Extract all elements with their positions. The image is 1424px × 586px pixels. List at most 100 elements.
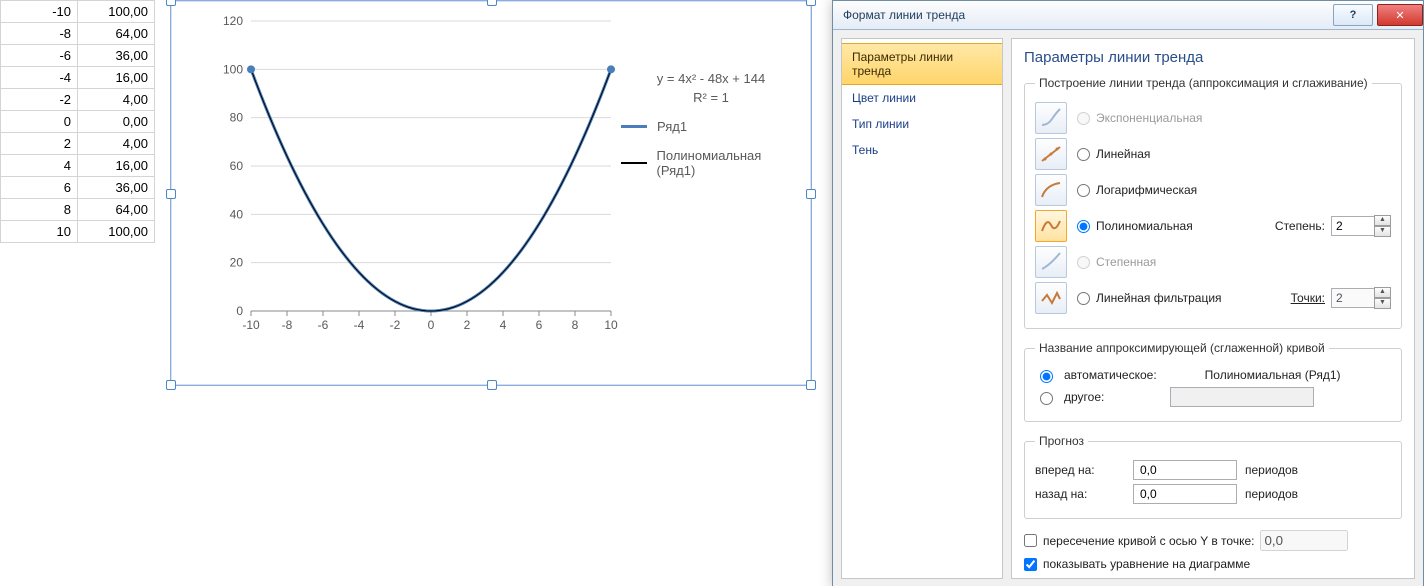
svg-text:80: 80 — [230, 111, 244, 125]
svg-text:2: 2 — [464, 318, 471, 332]
cell[interactable]: 2 — [1, 133, 78, 155]
cell[interactable]: -10 — [1, 1, 78, 23]
intercept-checkbox[interactable] — [1024, 534, 1037, 547]
pane-heading: Параметры линии тренда — [1024, 49, 1402, 66]
dialog-nav: Параметры линии тренда Цвет линии Тип ли… — [841, 38, 1003, 579]
degree-label: Степень: — [1275, 219, 1325, 233]
degree-up[interactable]: ▲ — [1374, 215, 1391, 226]
resize-handle[interactable] — [806, 380, 816, 390]
svg-text:4: 4 — [500, 318, 507, 332]
svg-text:100: 100 — [223, 62, 243, 76]
show-equation-checkbox[interactable] — [1024, 558, 1037, 571]
points-input — [1331, 288, 1375, 308]
log-icon — [1035, 174, 1067, 206]
points-up: ▲ — [1374, 287, 1391, 298]
intercept-row[interactable]: пересечение кривой с осью Y в точке: — [1024, 530, 1402, 551]
trend-r2: R² = 1 — [621, 90, 801, 105]
cell[interactable]: 16,00 — [78, 155, 155, 177]
resize-handle[interactable] — [166, 380, 176, 390]
nav-line-color[interactable]: Цвет линии — [842, 85, 1002, 111]
series-swatch — [621, 125, 647, 128]
type-poly-row[interactable]: Полиномиальная Степень: ▲▼ — [1035, 210, 1391, 242]
degree-input[interactable] — [1331, 216, 1375, 236]
cell[interactable]: 64,00 — [78, 23, 155, 45]
poly-icon — [1035, 210, 1067, 242]
cell[interactable]: 36,00 — [78, 45, 155, 67]
nav-line-type[interactable]: Тип линии — [842, 111, 1002, 137]
cell[interactable]: 4,00 — [78, 89, 155, 111]
cell[interactable]: -8 — [1, 23, 78, 45]
exp-icon — [1035, 102, 1067, 134]
cell[interactable]: -2 — [1, 89, 78, 111]
help-button[interactable]: ? — [1333, 4, 1373, 26]
series-label: Ряд1 — [657, 119, 687, 134]
svg-text:8: 8 — [572, 318, 579, 332]
forecast-fwd-input[interactable] — [1133, 460, 1237, 480]
name-other-label: другое: — [1064, 390, 1104, 404]
cell[interactable]: 0 — [1, 111, 78, 133]
dialog-main: Параметры линии тренда Построение линии … — [1011, 38, 1415, 579]
cell[interactable]: 16,00 — [78, 67, 155, 89]
resize-handle[interactable] — [487, 380, 497, 390]
degree-down[interactable]: ▼ — [1374, 226, 1391, 237]
cell[interactable]: 64,00 — [78, 199, 155, 221]
type-log-row[interactable]: Логарифмическая — [1035, 174, 1391, 206]
cell[interactable]: 10 — [1, 221, 78, 243]
type-log-radio[interactable] — [1077, 184, 1090, 197]
type-mavg-row[interactable]: Линейная фильтрация Точки: ▲▼ — [1035, 282, 1391, 314]
intercept-label: пересечение кривой с осью Y в точке: — [1043, 534, 1254, 548]
cell[interactable]: 4,00 — [78, 133, 155, 155]
trendline-label: Полиномиальная (Ряд1) — [657, 148, 801, 178]
linear-icon — [1035, 138, 1067, 170]
resize-handle[interactable] — [487, 0, 497, 6]
show-equation-label: показывать уравнение на диаграмме — [1043, 557, 1250, 571]
resize-handle[interactable] — [166, 189, 176, 199]
format-trendline-dialog[interactable]: Формат линии тренда ? ✕ Параметры линии … — [832, 0, 1424, 586]
close-icon[interactable]: ✕ — [1377, 4, 1423, 26]
group-trendline-name: Название аппроксимирующей (сглаженной) к… — [1024, 341, 1402, 422]
mavg-icon — [1035, 282, 1067, 314]
plot-area[interactable]: 020406080100120-10-8-6-4-20246810 — [221, 21, 601, 331]
show-r2-row[interactable]: поместить на диаграмму величину достовер… — [1024, 577, 1402, 579]
name-other-radio[interactable] — [1040, 392, 1053, 405]
svg-text:-6: -6 — [318, 318, 329, 332]
group-forecast-legend: Прогноз — [1035, 434, 1088, 448]
cell[interactable]: -6 — [1, 45, 78, 67]
svg-text:0: 0 — [236, 304, 243, 318]
trendline-swatch — [621, 162, 647, 164]
group-forecast: Прогноз вперед на: периодов назад на: пе… — [1024, 434, 1402, 519]
type-linear-radio[interactable] — [1077, 148, 1090, 161]
forecast-back-label: назад на: — [1035, 487, 1125, 501]
type-linear-row[interactable]: Линейная — [1035, 138, 1391, 170]
points-down: ▼ — [1374, 298, 1391, 309]
group-build-legend: Построение линии тренда (аппроксимация и… — [1035, 76, 1372, 90]
cell[interactable]: 6 — [1, 177, 78, 199]
cell[interactable]: 0,00 — [78, 111, 155, 133]
svg-text:0: 0 — [428, 318, 435, 332]
dialog-titlebar[interactable]: Формат линии тренда ? ✕ — [833, 1, 1423, 30]
cell[interactable]: 4 — [1, 155, 78, 177]
power-icon — [1035, 246, 1067, 278]
cell[interactable]: -4 — [1, 67, 78, 89]
chart-object[interactable]: 020406080100120-10-8-6-4-20246810 y = 4x… — [170, 0, 812, 386]
nav-trendline-options[interactable]: Параметры линии тренда — [842, 43, 1002, 85]
cell[interactable]: 100,00 — [78, 221, 155, 243]
svg-text:60: 60 — [230, 159, 244, 173]
cell[interactable]: 8 — [1, 199, 78, 221]
type-mavg-radio[interactable] — [1077, 292, 1090, 305]
resize-handle[interactable] — [806, 189, 816, 199]
nav-shadow[interactable]: Тень — [842, 137, 1002, 163]
svg-text:10: 10 — [604, 318, 618, 332]
cell[interactable]: 36,00 — [78, 177, 155, 199]
degree-spinner[interactable]: ▲▼ — [1331, 215, 1391, 237]
resize-handle[interactable] — [806, 0, 816, 6]
show-r2-label: поместить на диаграмму величину достовер… — [1043, 577, 1402, 579]
points-spinner: ▲▼ — [1331, 287, 1391, 309]
show-equation-row[interactable]: показывать уравнение на диаграмме — [1024, 557, 1402, 571]
cell[interactable]: 100,00 — [78, 1, 155, 23]
resize-handle[interactable] — [166, 0, 176, 6]
svg-text:-4: -4 — [354, 318, 365, 332]
forecast-back-input[interactable] — [1133, 484, 1237, 504]
type-poly-radio[interactable] — [1077, 220, 1090, 233]
name-auto-radio[interactable] — [1040, 370, 1053, 383]
